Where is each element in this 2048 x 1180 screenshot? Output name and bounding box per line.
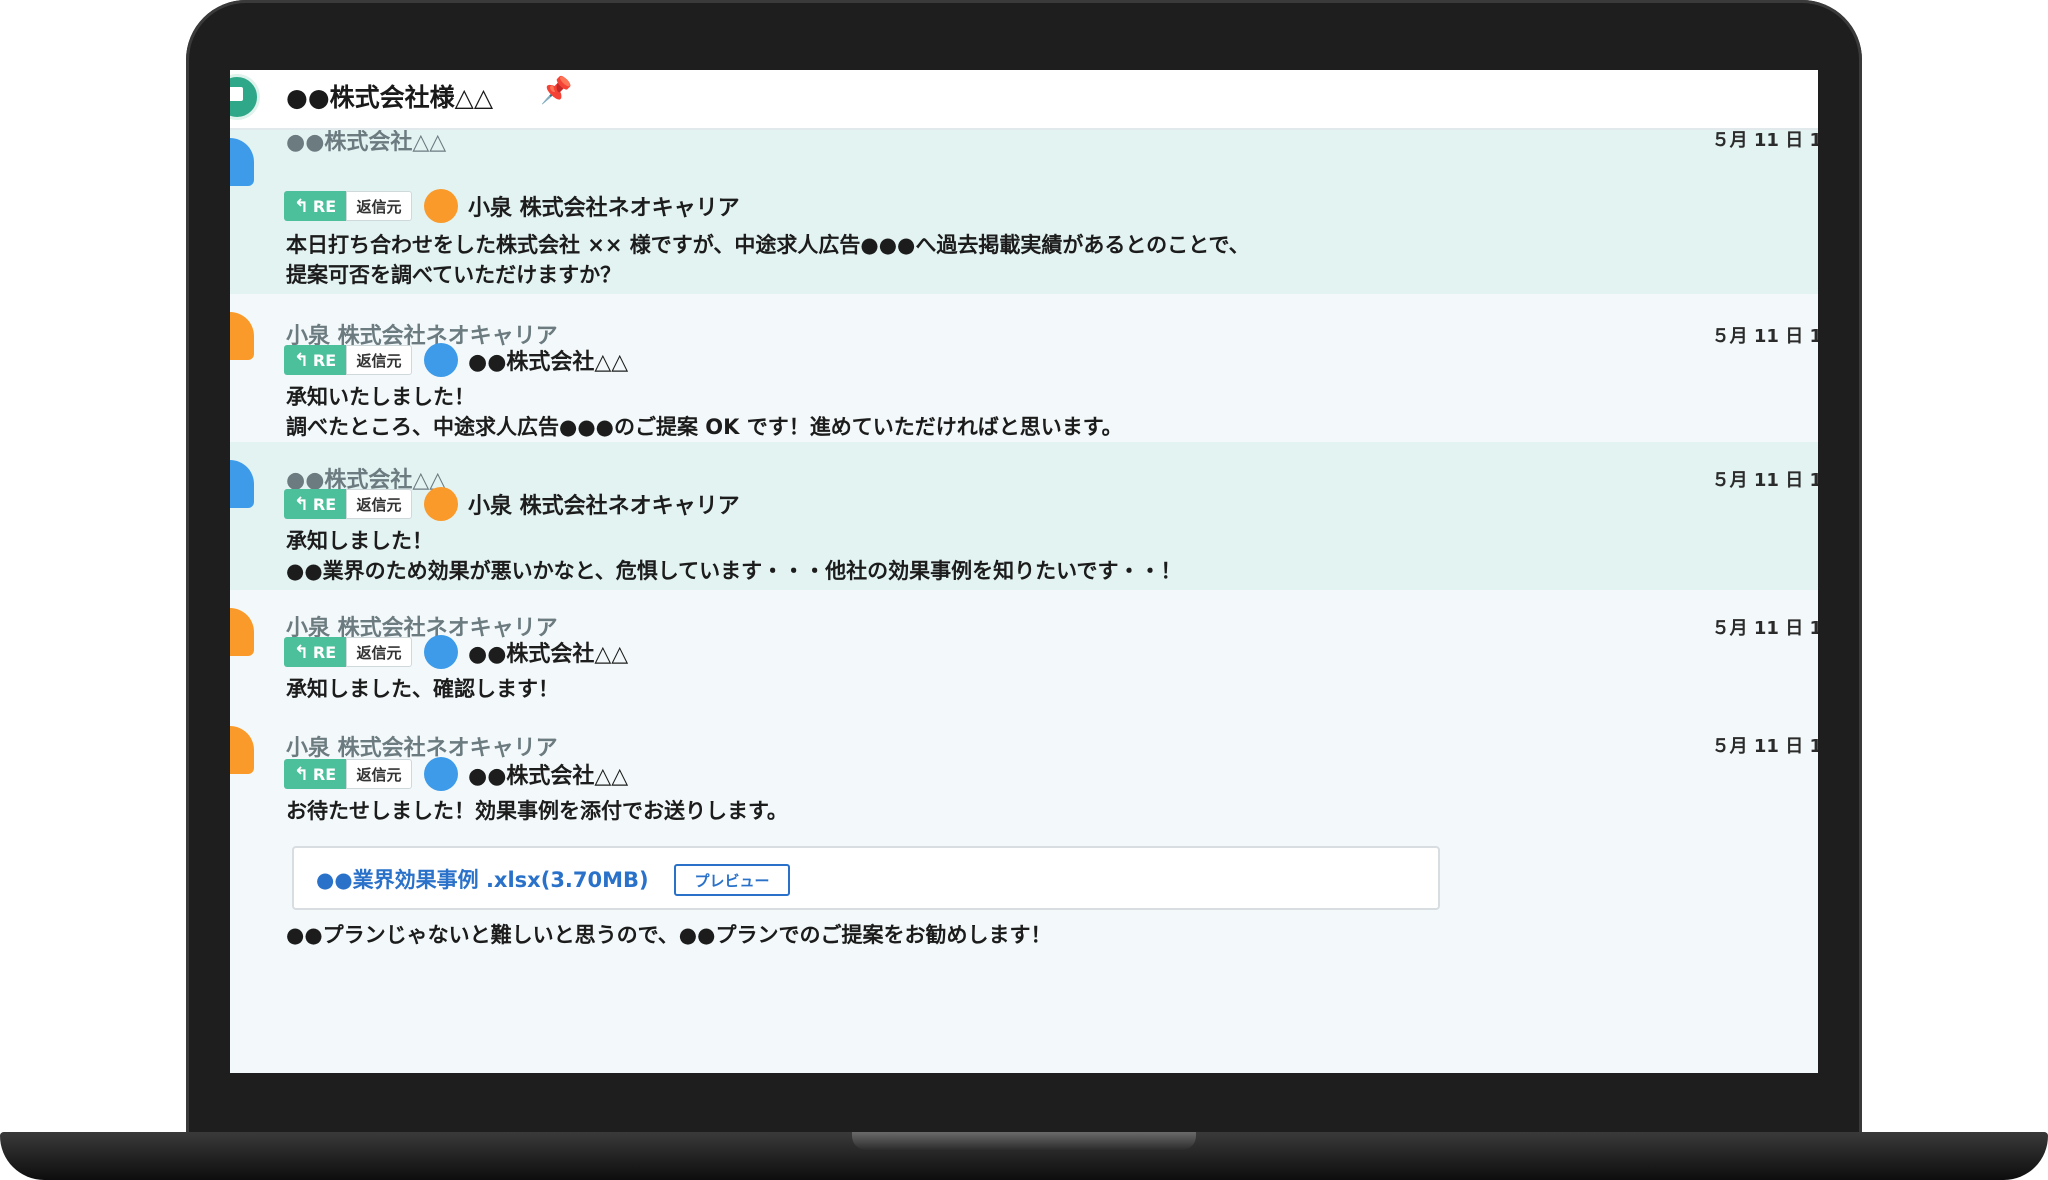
message-body: お待たせしました！効果事例を添付でお送りします。 [286,796,788,826]
message-line: 承知いたしました！ [286,385,475,409]
message-time: ５月 11 日 1 [1711,736,1818,757]
re-badge[interactable]: ↰ RE [284,759,346,789]
re-label: RE [312,642,337,662]
attachment-file-link[interactable]: ●●業界効果事例 .xlsx(3.70MB) [316,864,649,894]
message-body: 承知しました！ ●●業界のため効果が悪いかなと、危惧しています・・・他社の効果事… [286,526,1182,586]
re-badge[interactable]: ↰ RE [284,345,346,375]
avatar[interactable] [230,138,254,186]
reply-avatar-dot [424,343,458,377]
reply-arrow-icon: ↰ [293,349,309,371]
reply-target-name: 小泉 株式会社ネオキャリア [468,196,740,221]
message-trailing-line: ●●プランじゃないと難しいと思うので、●●プランでのご提案をお勧めします！ [286,923,1052,947]
reply-info[interactable]: ↰ RE 返信元 ●●株式会社△△ [284,343,629,377]
message-line: お待たせしました！効果事例を添付でお送りします。 [286,799,788,823]
message-time: ５月 11 日 1 [1711,470,1818,491]
re-label: RE [312,350,337,370]
message-body: 承知しました、確認します！ [286,674,559,704]
reply-source-badge[interactable]: 返信元 [346,191,412,221]
message-line: 承知しました、確認します！ [286,677,559,701]
reply-arrow-icon: ↰ [293,641,309,663]
reply-avatar-dot [424,189,458,223]
message-item[interactable]: 小泉 株式会社ネオキャリア ５月 11 日 1 ↰ RE 返信元 ●●株式会社△△… [230,702,1818,1073]
message-line: 提案可否を調べていただけますか？ [286,263,622,287]
reply-target-name: ●●株式会社△△ [468,764,629,789]
message-line: 承知しました！ [286,529,433,553]
reply-source-badge[interactable]: 返信元 [346,637,412,667]
message-line: 調べたところ、中途求人広告●●●のご提案 OK です！進めていただければと思いま… [286,415,1123,439]
reply-avatar-dot [424,487,458,521]
chat-screen: ●●株式会社△△ ５月 11 日 1 ↰ RE 返信元 小泉 株式会社ネオキャリア… [230,70,1818,1073]
message-time: ５月 11 日 1 [1711,618,1818,639]
reply-avatar-dot [424,757,458,791]
avatar[interactable] [230,726,254,774]
message-item[interactable]: ●●株式会社△△ ５月 11 日 1 ↰ RE 返信元 小泉 株式会社ネオキャリア… [230,116,1818,294]
message-item[interactable]: ●●株式会社△△ ５月 11 日 1 ↰ RE 返信元 小泉 株式会社ネオキャリア… [230,442,1818,590]
chat-header: ●●株式会社様△△ 📌 [230,70,1818,130]
reply-target-name: 小泉 株式会社ネオキャリア [468,494,740,519]
reply-source-badge[interactable]: 返信元 [346,345,412,375]
message-time: ５月 11 日 1 [1711,326,1818,347]
message-line: 本日打ち合わせをした株式会社 ×× 様ですが、中途求人広告●●●へ過去掲載実績が… [286,233,1250,257]
avatar[interactable] [230,312,254,360]
reply-avatar-dot [424,635,458,669]
reply-info[interactable]: ↰ RE 返信元 ●●株式会社△△ [284,757,629,791]
re-label: RE [312,196,337,216]
reply-info[interactable]: ↰ RE 返信元 ●●株式会社△△ [284,635,629,669]
avatar[interactable] [230,460,254,508]
reply-arrow-icon: ↰ [293,195,309,217]
message-body: 本日打ち合わせをした株式会社 ×× 様ですが、中途求人広告●●●へ過去掲載実績が… [286,230,1250,290]
pin-icon[interactable]: 📌 [540,76,572,106]
re-badge[interactable]: ↰ RE [284,637,346,667]
laptop-notch [852,1132,1196,1150]
chat-title: ●●株式会社様△△ [286,83,494,112]
reply-arrow-icon: ↰ [293,493,309,515]
reply-source-badge[interactable]: 返信元 [346,759,412,789]
reply-target-name: ●●株式会社△△ [468,642,629,667]
preview-button[interactable]: プレビュー [674,864,790,896]
reply-target-name: ●●株式会社△△ [468,350,629,375]
attachment-card[interactable]: ●●業界効果事例 .xlsx(3.70MB) プレビュー [292,846,1440,910]
message-item[interactable]: 小泉 株式会社ネオキャリア ５月 11 日 1 ↰ RE 返信元 ●●株式会社△△… [230,294,1818,442]
reply-info[interactable]: ↰ RE 返信元 小泉 株式会社ネオキャリア [284,487,740,521]
reply-source-badge[interactable]: 返信元 [346,489,412,519]
re-badge[interactable]: ↰ RE [284,191,346,221]
message-line: ●●業界のため効果が悪いかなと、危惧しています・・・他社の効果事例を知りたいです… [286,559,1182,583]
reply-info[interactable]: ↰ RE 返信元 小泉 株式会社ネオキャリア [284,189,740,223]
re-label: RE [312,494,337,514]
chat-app-icon[interactable] [230,74,260,120]
re-label: RE [312,764,337,784]
message-item[interactable]: 小泉 株式会社ネオキャリア ５月 11 日 1 ↰ RE 返信元 ●●株式会社△△… [230,590,1818,702]
avatar[interactable] [230,608,254,656]
reply-arrow-icon: ↰ [293,763,309,785]
message-body: 承知いたしました！ 調べたところ、中途求人広告●●●のご提案 OK です！進めて… [286,382,1123,442]
re-badge[interactable]: ↰ RE [284,489,346,519]
